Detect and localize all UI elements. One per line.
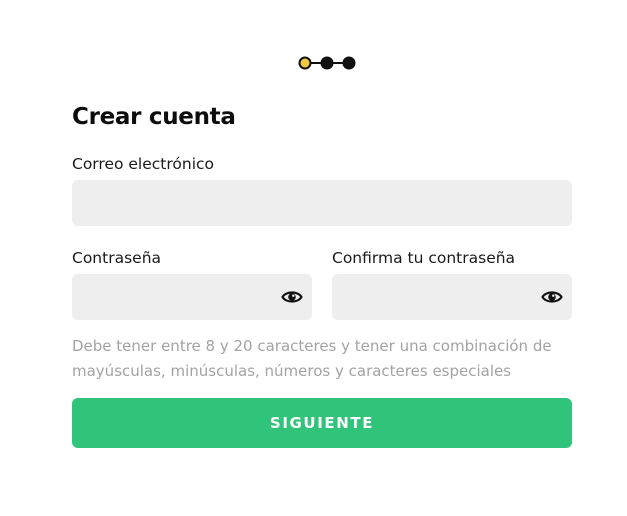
- email-field[interactable]: [72, 180, 572, 226]
- password-field-wrapper: [72, 274, 312, 320]
- stepper-dot-2: [320, 56, 334, 70]
- password-label: Contraseña: [72, 249, 162, 267]
- confirm-password-field[interactable]: [332, 274, 572, 320]
- page-title: Crear cuenta: [72, 104, 236, 130]
- email-field-wrapper: [72, 180, 572, 226]
- stepper-dot-1-active: [298, 56, 312, 70]
- progress-stepper: [297, 55, 357, 71]
- eye-icon[interactable]: [541, 287, 563, 307]
- eye-icon[interactable]: [281, 287, 303, 307]
- password-requirements-hint: Debe tener entre 8 y 20 caracteres y ten…: [72, 337, 552, 380]
- next-button[interactable]: SIGUIENTE: [72, 398, 572, 448]
- stepper-dot-3: [342, 56, 356, 70]
- password-field[interactable]: [72, 274, 312, 320]
- confirm-password-label: Confirma tu contraseña: [332, 249, 516, 267]
- stepper-graphic: [298, 56, 356, 70]
- email-label: Correo electrónico: [72, 155, 215, 173]
- confirm-password-field-wrapper: [332, 274, 572, 320]
